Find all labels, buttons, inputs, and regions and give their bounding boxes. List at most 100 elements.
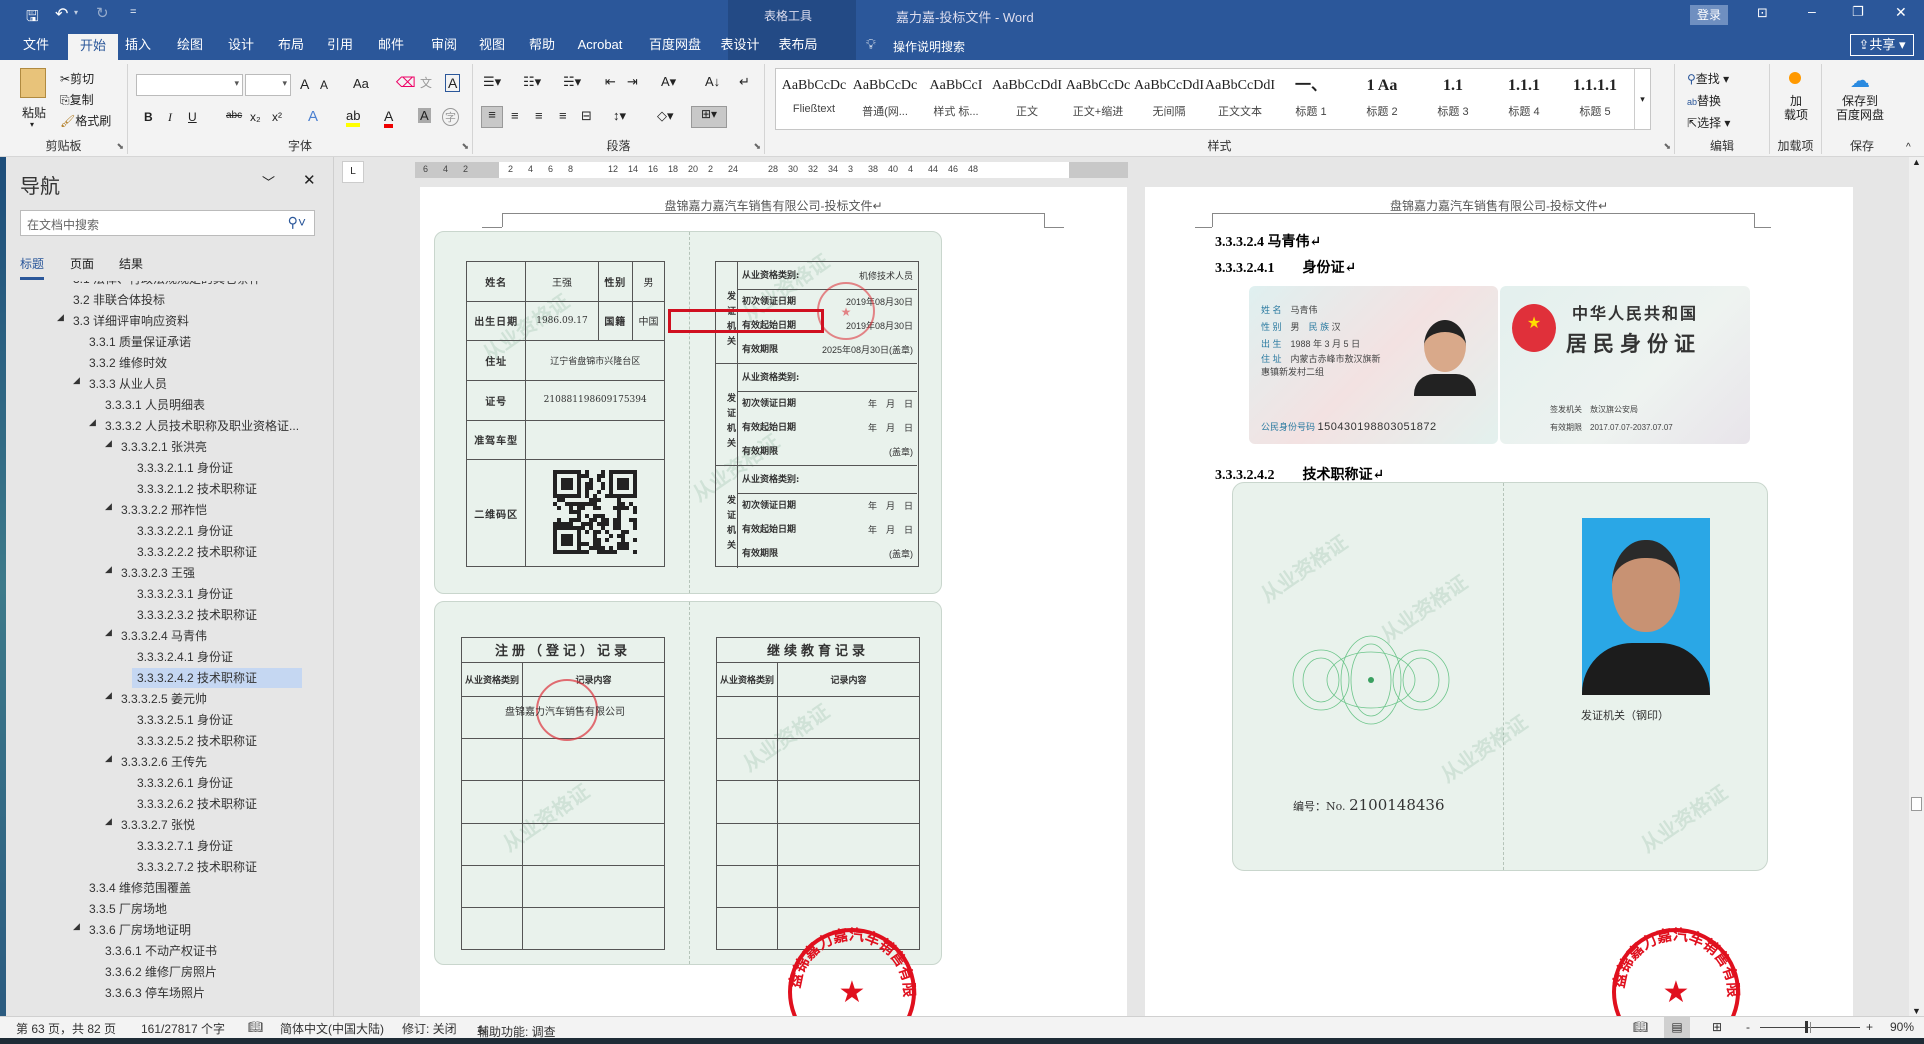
nav-heading-item[interactable]: 3.3.3.1 人员明细表	[105, 395, 205, 415]
save-icon[interactable]: 🖫	[26, 6, 39, 31]
style-item[interactable]: AaBbCcDc 正文+缩进	[1062, 69, 1134, 129]
close-icon[interactable]: ✕	[303, 171, 316, 189]
minimize-icon[interactable]: –	[1808, 3, 1816, 19]
nav-heading-item[interactable]: 3.3 详细评审响应资料	[73, 311, 189, 331]
print-layout-icon[interactable]: ▤	[1664, 1017, 1690, 1038]
nav-heading-item[interactable]: 3.3.3.2.1.2 技术职称证	[137, 479, 257, 499]
nav-heading-item[interactable]: 3.3.1 质量保证承诺	[89, 332, 191, 352]
style-item[interactable]: 1.1.1.1 标题 5	[1559, 69, 1631, 129]
style-item[interactable]: AaBbCcDdI 正文	[991, 69, 1063, 129]
collapse-ribbon-icon[interactable]: ^	[1906, 142, 1911, 153]
format-painter-button[interactable]: 🖌︎格式刷	[60, 112, 111, 129]
restore-icon[interactable]: ❐	[1852, 4, 1864, 20]
align-center-button[interactable]: ≡	[511, 108, 519, 123]
shrink-font-button[interactable]: A	[320, 78, 328, 92]
subscript-button[interactable]: x₂	[250, 110, 261, 124]
clear-format-icon[interactable]: ⌫	[396, 74, 416, 91]
tab-10[interactable]: 帮助	[522, 30, 562, 60]
zoom-out-button[interactable]: -	[1746, 1020, 1750, 1034]
tab-11[interactable]: Acrobat	[570, 30, 630, 60]
dialog-launcher-icon[interactable]: ⬊	[116, 141, 124, 152]
addins-button[interactable]: 加 载项	[1784, 94, 1808, 122]
nav-heading-item[interactable]: 3.3.6 厂房场地证明	[89, 920, 191, 940]
tab-4[interactable]: 设计	[221, 30, 261, 60]
highlight-color-icon[interactable]: ab	[346, 108, 361, 127]
scroll-thumb[interactable]	[1911, 797, 1922, 811]
paste-icon[interactable]	[20, 68, 46, 98]
grow-font-button[interactable]: A	[300, 76, 309, 92]
style-item[interactable]: AaBbCcDc Fließtext	[778, 69, 850, 129]
nav-heading-item[interactable]: 3.1 法律、行政法规规定的其它条件	[73, 281, 261, 289]
chevron-down-icon[interactable]: ﹀	[262, 172, 275, 191]
ribbon-display-icon[interactable]: ⊡	[1757, 5, 1768, 21]
borders-button[interactable]: ⊞▾	[691, 106, 727, 128]
distributed-button[interactable]: ⊟	[581, 108, 592, 124]
nav-heading-item[interactable]: 3.3.3.2.5.1 身份证	[137, 710, 233, 730]
style-item[interactable]: AaBbCcDdI 正文文本	[1204, 69, 1276, 129]
zoom-slider[interactable]	[1760, 1021, 1860, 1033]
underline-button[interactable]: U	[188, 110, 197, 124]
tab-14[interactable]: 表布局	[774, 30, 822, 60]
track-changes[interactable]: 修订: 关闭	[402, 1020, 457, 1037]
expand-triangle-icon[interactable]: ◢	[73, 375, 80, 386]
text-effects-icon[interactable]: A	[308, 108, 318, 125]
strikethrough-button[interactable]: abc	[226, 110, 242, 121]
bold-button[interactable]: B	[144, 110, 153, 124]
redo-icon[interactable]: ↻	[96, 4, 109, 22]
nav-heading-item[interactable]: 3.3.3.2.3 王强	[121, 563, 195, 583]
paste-button[interactable]: 粘贴	[22, 104, 46, 121]
paste-dropdown-icon[interactable]: ▾	[30, 120, 34, 129]
style-item[interactable]: AaBbCcI 样式 标...	[920, 69, 992, 129]
zoom-level[interactable]: 90%	[1890, 1020, 1914, 1034]
char-border-icon[interactable]: A	[445, 74, 461, 92]
find-button[interactable]: ⚲查找 ▾	[1687, 70, 1729, 87]
select-button[interactable]: ⇱选择 ▾	[1687, 114, 1730, 131]
nav-heading-item[interactable]: 3.3.6.2 维修厂房照片	[105, 962, 217, 982]
style-item[interactable]: 1.1.1 标题 4	[1488, 69, 1560, 129]
nav-heading-item[interactable]: 3.3.3.2.4.1 身份证	[137, 647, 233, 667]
scroll-down-icon[interactable]: ▼	[1912, 1006, 1921, 1016]
tab-1[interactable]: 开始	[68, 34, 118, 60]
nav-heading-item[interactable]: 3.3.3.2.3.2 技术职称证	[137, 605, 257, 625]
read-mode-icon[interactable]: 📖︎	[1633, 1020, 1648, 1034]
tab-7[interactable]: 邮件	[371, 30, 411, 60]
nav-heading-item[interactable]: 3.3.6.3 停车场照片	[105, 983, 205, 1003]
nav-heading-item[interactable]: 3.3.3.2 人员技术职称及职业资格证...	[105, 416, 299, 436]
addins-icon[interactable]	[1789, 72, 1801, 84]
tab-3[interactable]: 绘图	[170, 30, 210, 60]
scroll-up-icon[interactable]: ▲	[1912, 157, 1921, 167]
tab-headings[interactable]: 标题	[20, 255, 45, 280]
styles-more-button[interactable]: ▾	[1634, 69, 1650, 129]
justify-button[interactable]: ≡	[559, 108, 567, 123]
proofing-icon[interactable]: 📖︎	[248, 1020, 263, 1034]
increase-indent-icon[interactable]: ⇥	[627, 74, 638, 90]
vertical-scrollbar[interactable]: ▲ ▼	[1909, 157, 1924, 1016]
dialog-launcher-icon[interactable]: ⬊	[1663, 141, 1671, 152]
change-case-button[interactable]: Aa	[353, 76, 369, 91]
nav-heading-item[interactable]: 3.3.6.1 不动产权证书	[105, 941, 217, 961]
web-layout-icon[interactable]: ⊞	[1712, 1020, 1722, 1034]
share-button[interactable]: ⇪共享 ▾	[1850, 34, 1914, 56]
text-direction-icon[interactable]: A▾	[661, 74, 676, 90]
expand-triangle-icon[interactable]: ◢	[105, 816, 112, 827]
phonetic-guide-icon[interactable]: 文	[420, 74, 432, 91]
shading-icon[interactable]: ◇▾	[657, 108, 674, 124]
style-item[interactable]: 1.1 标题 3	[1417, 69, 1489, 129]
nav-heading-item[interactable]: 3.3.3.2.7.1 身份证	[137, 836, 233, 856]
nav-heading-item[interactable]: 3.3.3.2.7.2 技术职称证	[137, 857, 257, 877]
tab-results[interactable]: 结果	[119, 255, 143, 272]
expand-triangle-icon[interactable]: ◢	[73, 921, 80, 932]
style-item[interactable]: 一、 标题 1	[1275, 69, 1347, 129]
cut-button[interactable]: ✂剪切	[60, 70, 94, 87]
style-item[interactable]: AaBbCcDdI 无间隔	[1133, 69, 1205, 129]
expand-triangle-icon[interactable]: ◢	[105, 501, 112, 512]
tab-selector[interactable]: L	[342, 161, 364, 183]
tab-pages[interactable]: 页面	[70, 255, 94, 272]
nav-heading-item[interactable]: 3.3.4 维修范围覆盖	[89, 878, 191, 898]
close-icon[interactable]: ✕	[1895, 4, 1907, 21]
expand-triangle-icon[interactable]: ◢	[57, 312, 64, 323]
sort-icon[interactable]: A↓	[705, 74, 720, 89]
show-marks-icon[interactable]: ↵	[739, 74, 750, 90]
tab-8[interactable]: 审阅	[424, 30, 464, 60]
nav-heading-item[interactable]: 3.3.3.2.1.1 身份证	[137, 458, 233, 478]
